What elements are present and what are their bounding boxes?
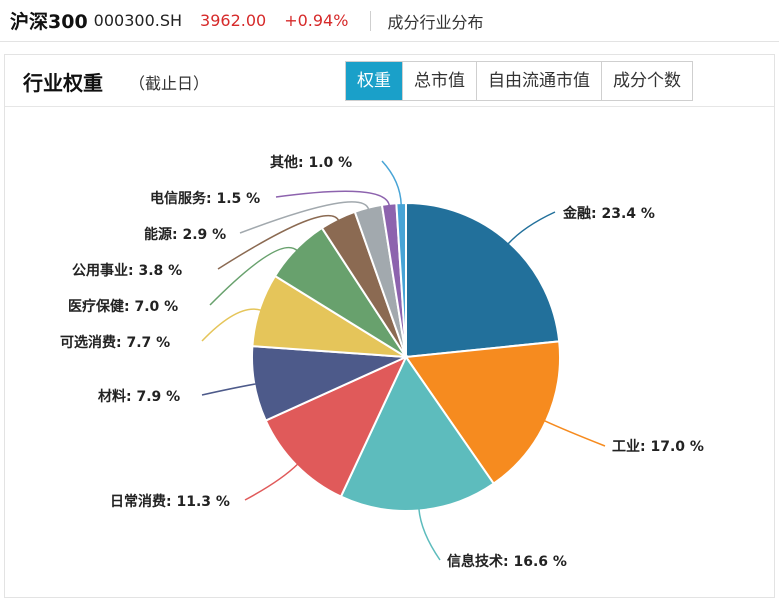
slice-label: 电信服务: 1.5 %	[150, 190, 260, 207]
pie-slice[interactable]	[405, 201, 561, 359]
slice-label: 工业: 17.0 %	[612, 439, 704, 455]
label-leader-line	[543, 419, 606, 447]
slice-label: 材料: 7.9 %	[98, 388, 180, 405]
slice-label: 日常消费: 11.3 %	[110, 493, 230, 510]
slice-label: 可选消费: 7.7 %	[60, 334, 170, 351]
slice-label: 信息技术: 16.6 %	[447, 553, 567, 570]
industry-pie-chart: 金融: 23.4 % 工业: 17.0 % 信息技术: 16.6 % 日常消费: 11…	[60, 154, 704, 570]
slice-label: 公用事业: 3.8 %	[72, 262, 182, 279]
slice-label: 其他: 1.0 %	[270, 154, 352, 171]
slice-label: 金融: 23.4 %	[562, 205, 655, 222]
label-leader-line	[418, 508, 441, 561]
slice-label: 能源: 2.9 %	[144, 226, 226, 243]
label-leader-line	[201, 383, 257, 396]
label-leader-line	[507, 211, 556, 245]
slice-label: 医疗保健: 7.0 %	[68, 298, 178, 315]
label-leader-line	[244, 463, 299, 501]
